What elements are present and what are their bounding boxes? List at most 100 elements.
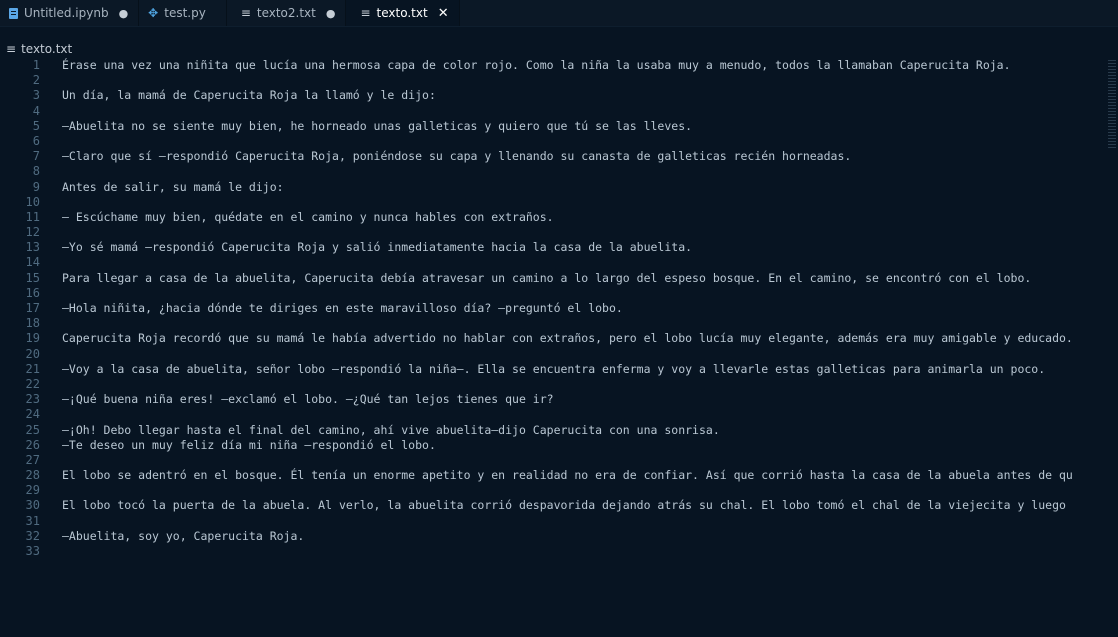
line-number: 33 [25, 544, 40, 558]
line-text[interactable]: —¡Oh! Debo llegar hasta el final del cam… [62, 423, 720, 438]
breadcrumb-file[interactable]: texto.txt [21, 42, 72, 56]
tab-bar: Untitled.ipynb ● ✥ test.py ≡ texto2.txt … [0, 0, 1118, 27]
text-file-icon: ≡ [240, 6, 251, 20]
line-number: 10 [25, 194, 40, 209]
tab-label: test.py [164, 6, 206, 20]
code-line[interactable]: 13 —Yo sé mamá —respondió Caperucita Roja… [0, 240, 1118, 255]
code-line[interactable]: 22 [0, 377, 1118, 392]
code-line[interactable]: 29 [0, 483, 1118, 498]
tab-test-py[interactable]: ✥ test.py [139, 0, 227, 26]
line-text[interactable]: —Abuelita no se siente muy bien, he horn… [62, 119, 692, 134]
notebook-icon [9, 7, 18, 19]
line-number: 7 [32, 149, 40, 164]
line-number: 13 [25, 240, 40, 255]
line-number: 4 [32, 103, 40, 118]
code-line[interactable]: 11 — Escúchame muy bien, quédate en el ca… [0, 210, 1118, 225]
close-icon[interactable]: ✕ [438, 6, 449, 21]
line-number: 26 [25, 437, 40, 452]
line-number: 1 [32, 58, 40, 72]
line-number: 29 [25, 483, 40, 498]
code-line[interactable]: 14 [0, 255, 1118, 270]
code-line[interactable]: 4 [0, 104, 1118, 119]
code-line[interactable]: 15 Para llegar a casa de la abuelita, Cap… [0, 271, 1118, 286]
code-line[interactable]: 16 [0, 286, 1118, 301]
line-text[interactable]: —Yo sé mamá —respondió Caperucita Roja y… [62, 240, 692, 255]
line-text[interactable]: — Escúchame muy bien, quédate en el cami… [62, 210, 554, 225]
code-line[interactable]: 7 —Claro que sí —respondió Caperucita Roj… [0, 149, 1118, 164]
line-number: 5 [32, 118, 40, 133]
line-number: 15 [25, 270, 40, 285]
line-number: 12 [25, 225, 40, 240]
code-line[interactable]: 5 —Abuelita no se siente muy bien, he hor… [0, 119, 1118, 134]
line-text[interactable]: —Abuelita, soy yo, Caperucita Roja. [62, 529, 304, 544]
code-line[interactable]: 18 [0, 316, 1118, 331]
line-number: 2 [32, 73, 40, 88]
code-line[interactable]: 21 —Voy a la casa de abuelita, señor lobo… [0, 362, 1118, 377]
line-number: 31 [25, 513, 40, 528]
line-text[interactable]: —Voy a la casa de abuelita, señor lobo —… [62, 362, 1045, 377]
tab-label: Untitled.ipynb [24, 6, 109, 20]
line-number: 20 [25, 346, 40, 361]
code-line[interactable]: 27 [0, 453, 1118, 468]
code-line[interactable]: 28 El lobo se adentró en el bosque. Él te… [0, 468, 1118, 483]
line-number: 18 [25, 316, 40, 331]
tab-label: texto.txt [376, 6, 428, 20]
python-icon: ✥ [148, 6, 159, 20]
line-text[interactable]: —Te deseo un muy feliz día mi niña —resp… [62, 438, 436, 453]
code-line[interactable]: 8 [0, 164, 1118, 179]
line-number: 28 [25, 468, 40, 483]
line-text[interactable]: —¡Qué buena niña eres! —exclamó el lobo.… [62, 392, 554, 407]
code-line[interactable]: 10 [0, 195, 1118, 210]
line-text[interactable]: Caperucita Roja recordó que su mamá le h… [62, 331, 1073, 346]
code-line[interactable]: 25 —¡Oh! Debo llegar hasta el final del c… [0, 423, 1118, 438]
code-line[interactable]: 3 Un día, la mamá de Caperucita Roja la l… [0, 88, 1118, 103]
line-number: 8 [32, 164, 40, 179]
code-line[interactable]: 20 [0, 347, 1118, 362]
text-file-icon: ≡ [360, 6, 371, 20]
line-number: 27 [25, 452, 40, 467]
line-number: 16 [25, 285, 40, 300]
code-line[interactable]: 31 [0, 514, 1118, 529]
code-line[interactable]: 12 [0, 225, 1118, 240]
line-text[interactable]: Un día, la mamá de Caperucita Roja la ll… [62, 88, 436, 103]
line-text[interactable]: Antes de salir, su mamá le dijo: [62, 180, 284, 195]
line-number: 25 [25, 422, 40, 437]
minimap[interactable] [1108, 60, 1116, 148]
line-number: 32 [25, 528, 40, 543]
line-number: 9 [32, 179, 40, 194]
tab-label: texto2.txt [256, 6, 316, 20]
unsaved-dot-icon[interactable]: ● [326, 7, 336, 20]
text-file-icon: ≡ [6, 42, 17, 56]
code-line[interactable]: 30 El lobo tocó la puerta de la abuela. A… [0, 498, 1118, 513]
code-line[interactable]: 6 [0, 134, 1118, 149]
code-line[interactable]: 17 —Hola niñita, ¿hacia dónde te diriges … [0, 301, 1118, 316]
code-line[interactable]: 26 —Te deseo un muy feliz día mi niña —re… [0, 438, 1118, 453]
code-line[interactable]: 23 —¡Qué buena niña eres! —exclamó el lob… [0, 392, 1118, 407]
line-number: 30 [25, 498, 40, 513]
line-number: 23 [25, 392, 40, 407]
line-text[interactable]: Para llegar a casa de la abuelita, Caper… [62, 271, 1031, 286]
line-number: 3 [32, 88, 40, 103]
tab-texto2-txt[interactable]: ≡ texto2.txt ● [227, 0, 347, 26]
code-line[interactable]: 32 —Abuelita, soy yo, Caperucita Roja. [0, 529, 1118, 544]
line-text[interactable]: —Claro que sí —respondió Caperucita Roja… [62, 149, 851, 164]
code-line[interactable]: 33 [0, 544, 1118, 559]
code-line[interactable]: 24 [0, 407, 1118, 422]
line-number: 6 [32, 133, 40, 148]
tab-untitled-ipynb[interactable]: Untitled.ipynb ● [0, 0, 140, 26]
line-text[interactable]: El lobo tocó la puerta de la abuela. Al … [62, 498, 1066, 513]
line-number: 24 [25, 407, 40, 422]
code-line[interactable]: 19 Caperucita Roja recordó que su mamá le… [0, 331, 1118, 346]
unsaved-dot-icon[interactable]: ● [119, 7, 129, 20]
code-line[interactable]: 9 Antes de salir, su mamá le dijo: [0, 180, 1118, 195]
line-number: 22 [25, 376, 40, 391]
line-text[interactable]: Érase una vez una niñita que lucía una h… [62, 58, 1011, 73]
tab-texto-txt[interactable]: ≡ texto.txt ✕ [346, 0, 460, 26]
line-number: 14 [25, 255, 40, 270]
line-text[interactable]: —Hola niñita, ¿hacia dónde te diriges en… [62, 301, 623, 316]
code-line[interactable]: 2 [0, 73, 1118, 88]
breadcrumb[interactable]: ≡ texto.txt [0, 40, 72, 58]
code-line[interactable]: 1 Érase una vez una niñita que lucía una … [0, 58, 1118, 73]
line-text[interactable]: El lobo se adentró en el bosque. Él tení… [62, 468, 1073, 483]
code-area[interactable]: 1 Érase una vez una niñita que lucía una … [0, 58, 1118, 559]
